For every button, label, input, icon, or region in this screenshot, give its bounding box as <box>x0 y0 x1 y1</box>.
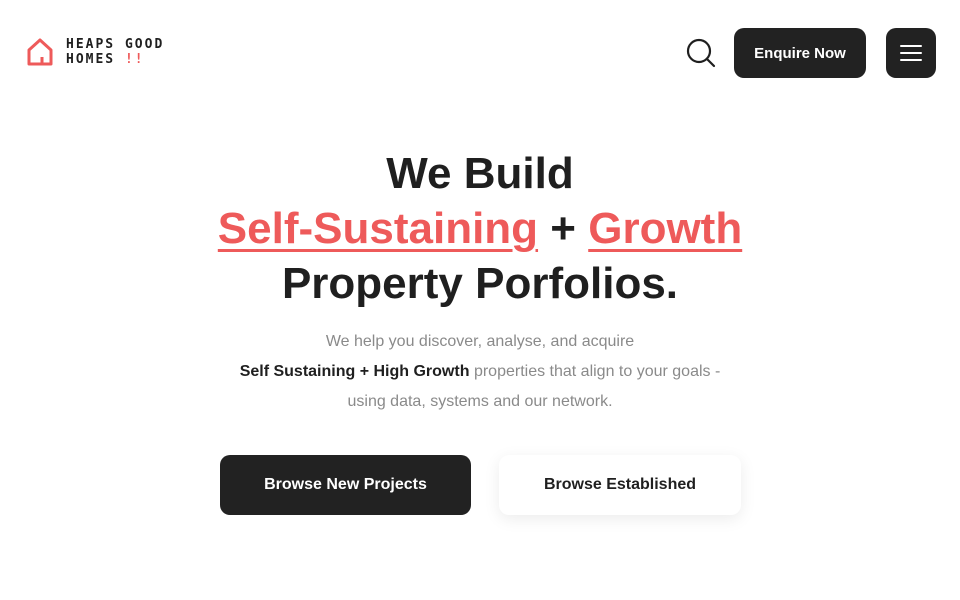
headline-accent-self-sustaining: Self-Sustaining <box>217 204 539 253</box>
subtitle-line-3: using data, systems and our network. <box>347 393 613 410</box>
hero-subtitle: We help you discover, analyse, and acqui… <box>0 327 960 417</box>
cta-buttons: Browse New Projects Browse Established <box>220 455 741 515</box>
logo-line-1: HEAPS GOOD <box>66 37 165 52</box>
headline-line-1: We Build <box>386 149 574 198</box>
page: HEAPS GOOD HOMES !! Enquire Now We Build… <box>0 0 960 600</box>
hero-headline: We Build Self-Sustaining + Growth Proper… <box>0 146 960 311</box>
subtitle-line-1: We help you discover, analyse, and acqui… <box>325 333 635 350</box>
search-button[interactable] <box>686 38 716 68</box>
browse-new-projects-button[interactable]: Browse New Projects <box>220 455 471 515</box>
hamburger-menu-icon <box>900 45 922 61</box>
subtitle-line-2: properties that align to your goals - <box>473 363 721 380</box>
menu-button[interactable] <box>886 28 936 78</box>
logo-wordmark: HEAPS GOOD HOMES !! <box>66 37 164 67</box>
house-icon <box>27 38 53 66</box>
headline-plus: + <box>550 204 576 253</box>
browse-established-button[interactable]: Browse Established <box>499 455 741 515</box>
logo-exclamation: !! <box>124 52 145 67</box>
enquire-now-button[interactable]: Enquire Now <box>734 28 866 78</box>
headline-line-3: Property Porfolios. <box>281 259 679 308</box>
brand-logo[interactable]: HEAPS GOOD HOMES !! <box>26 37 164 67</box>
search-icon <box>686 38 716 68</box>
subtitle-bold: Self Sustaining + High Growth <box>239 363 470 380</box>
logo-line-2: HOMES <box>66 52 116 67</box>
hero-section: We Build Self-Sustaining + Growth Proper… <box>0 146 960 417</box>
headline-accent-growth: Growth <box>588 204 743 253</box>
